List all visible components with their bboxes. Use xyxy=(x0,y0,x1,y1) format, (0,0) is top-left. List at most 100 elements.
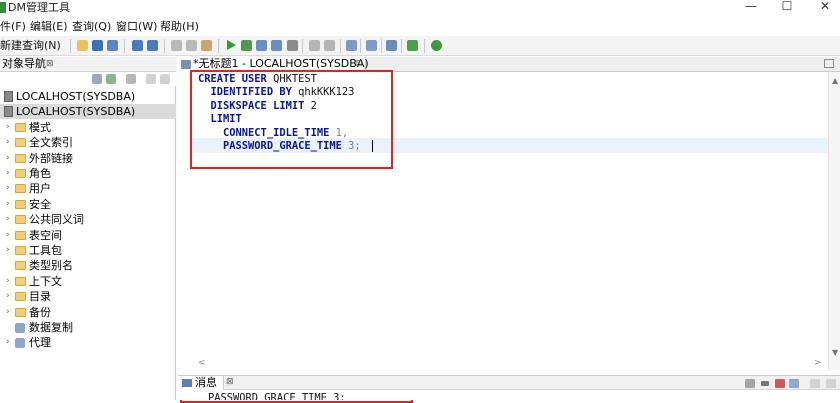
maximize-view-icon[interactable] xyxy=(160,74,170,84)
execute-selection-icon[interactable] xyxy=(241,40,252,51)
tree-node[interactable]: › 外部链接 xyxy=(0,151,176,166)
tree-node[interactable]: › 用户 xyxy=(0,181,176,196)
tree-node[interactable]: › 安全 xyxy=(0,197,176,212)
menu-file[interactable]: 件(F) xyxy=(0,19,26,35)
gear-icon xyxy=(15,323,25,333)
scroll-up-icon[interactable]: ▲ xyxy=(832,76,838,85)
save-icon[interactable] xyxy=(92,40,103,51)
tree-node-label: 安全 xyxy=(29,197,51,211)
menu-query[interactable]: 查询(Q) xyxy=(72,19,111,35)
tree-node[interactable]: › 模式 xyxy=(0,120,176,135)
folder-icon xyxy=(15,122,26,132)
connect-icon[interactable] xyxy=(386,40,397,51)
chevron-right-icon[interactable]: › xyxy=(6,197,14,212)
clear-icon[interactable] xyxy=(775,379,785,388)
tree-node[interactable]: › 角色 xyxy=(0,166,176,181)
save-all-icon[interactable] xyxy=(107,40,118,51)
chevron-right-icon[interactable]: › xyxy=(6,151,14,166)
layout-icon[interactable] xyxy=(366,40,377,51)
navigator-header: 对象导航 ⊠ xyxy=(0,57,176,72)
minimize-view-icon[interactable] xyxy=(146,74,156,84)
chevron-right-icon[interactable]: › xyxy=(6,335,14,350)
dropdown-icon[interactable] xyxy=(761,381,769,386)
chevron-right-icon[interactable]: › xyxy=(6,243,14,258)
pin-icon[interactable] xyxy=(789,379,799,388)
bug-icon[interactable] xyxy=(431,40,442,51)
chevron-right-icon[interactable]: › xyxy=(6,274,14,289)
collapse-icon[interactable] xyxy=(126,74,136,84)
debug-icon[interactable] xyxy=(271,40,282,51)
copy-icon[interactable] xyxy=(186,40,197,51)
message-view-icon[interactable] xyxy=(745,379,755,388)
chevron-right-icon[interactable]: › xyxy=(6,135,14,150)
step-icon[interactable] xyxy=(407,40,418,51)
folder-icon xyxy=(15,184,26,194)
tree-node[interactable]: 类型别名 xyxy=(0,258,176,273)
tree-node-label: 备份 xyxy=(29,305,51,319)
maximize-button[interactable]: ☐ xyxy=(772,0,802,15)
tree-node[interactable]: › 代理 xyxy=(0,335,176,350)
tree-node-label: 目录 xyxy=(29,290,51,304)
chevron-right-icon[interactable]: › xyxy=(6,289,14,304)
results-icon[interactable] xyxy=(346,40,357,51)
chevron-right-icon[interactable]: › xyxy=(6,181,14,196)
paste-icon[interactable] xyxy=(201,40,212,51)
message-close-icon[interactable]: ⊠ xyxy=(226,376,234,389)
cut-icon[interactable] xyxy=(171,40,182,51)
chevron-right-icon[interactable]: › xyxy=(6,212,14,227)
tree-node-label: 上下文 xyxy=(29,274,62,288)
toolbar-divider xyxy=(401,39,402,53)
editor-vertical-scrollbar[interactable]: ▲ ▼ xyxy=(828,72,840,370)
minimize-panel-icon[interactable] xyxy=(810,379,820,388)
explain-icon[interactable] xyxy=(256,40,267,51)
open-icon[interactable] xyxy=(77,40,88,51)
editor-horizontal-scrollbar[interactable]: < > xyxy=(190,358,828,370)
minimize-button[interactable]: — xyxy=(736,0,766,15)
redo-icon[interactable] xyxy=(147,40,158,51)
tree-node[interactable]: 数据复制 xyxy=(0,320,176,335)
chevron-right-icon[interactable]: › xyxy=(6,166,14,181)
refresh-icon[interactable] xyxy=(106,74,116,84)
tree-node[interactable]: › 表空间 xyxy=(0,228,176,243)
folder-icon xyxy=(15,292,26,302)
tree-node[interactable]: › 工具包 xyxy=(0,243,176,258)
menu-edit[interactable]: 编辑(E) xyxy=(30,19,68,35)
tree-node[interactable]: › 公共同义词 xyxy=(0,212,176,227)
folder-icon xyxy=(15,246,26,255)
folder-icon xyxy=(15,169,26,178)
stop-icon[interactable] xyxy=(287,40,298,51)
link-icon[interactable] xyxy=(92,74,102,84)
message-text: PASSWORD_GRACE_TIME 3; xyxy=(208,392,346,400)
execute-icon[interactable] xyxy=(227,40,236,50)
undo-icon[interactable] xyxy=(132,40,143,51)
new-query-button[interactable]: 新建查询(N) xyxy=(0,38,61,54)
tree-node[interactable]: › 上下文 xyxy=(0,274,176,289)
tree-node[interactable]: › 目录 xyxy=(0,289,176,304)
tree-connection-node[interactable]: LOCALHOST(SYSDBA) xyxy=(0,104,176,120)
tab-messages[interactable]: 消息 xyxy=(178,376,224,390)
toolbar-divider xyxy=(70,39,71,53)
maximize-panel-icon[interactable] xyxy=(826,379,836,388)
tree-node-label: 代理 xyxy=(29,336,51,350)
tree-connection-node[interactable]: LOCALHOST(SYSDBA) xyxy=(0,89,176,104)
message-tab-strip: 消息 ⊠ xyxy=(178,375,840,390)
tab-close-icon[interactable]: ⊠ xyxy=(355,57,363,71)
close-button[interactable]: ✕ xyxy=(810,0,840,15)
editor-gutter xyxy=(178,72,190,370)
navigator-close-icon[interactable]: ⊠ xyxy=(46,57,54,71)
sql-file-icon xyxy=(181,60,191,69)
tree-node[interactable]: › 全文索引 xyxy=(0,135,176,150)
scroll-left-icon[interactable]: < xyxy=(198,358,206,368)
maximize-editor-icon[interactable] xyxy=(824,59,834,68)
scroll-right-icon[interactable]: > xyxy=(814,358,822,368)
chevron-right-icon[interactable]: › xyxy=(6,305,14,320)
menu-help[interactable]: 帮助(H) xyxy=(160,19,199,35)
comment-icon[interactable] xyxy=(324,40,335,51)
tree-node[interactable]: › 备份 xyxy=(0,305,176,320)
scroll-down-icon[interactable]: ▼ xyxy=(832,348,838,357)
toolbar-divider xyxy=(302,39,303,53)
format-icon[interactable] xyxy=(309,40,320,51)
chevron-right-icon[interactable]: › xyxy=(6,228,14,243)
menu-window[interactable]: 窗口(W) xyxy=(116,19,157,35)
chevron-right-icon[interactable]: › xyxy=(6,120,14,135)
